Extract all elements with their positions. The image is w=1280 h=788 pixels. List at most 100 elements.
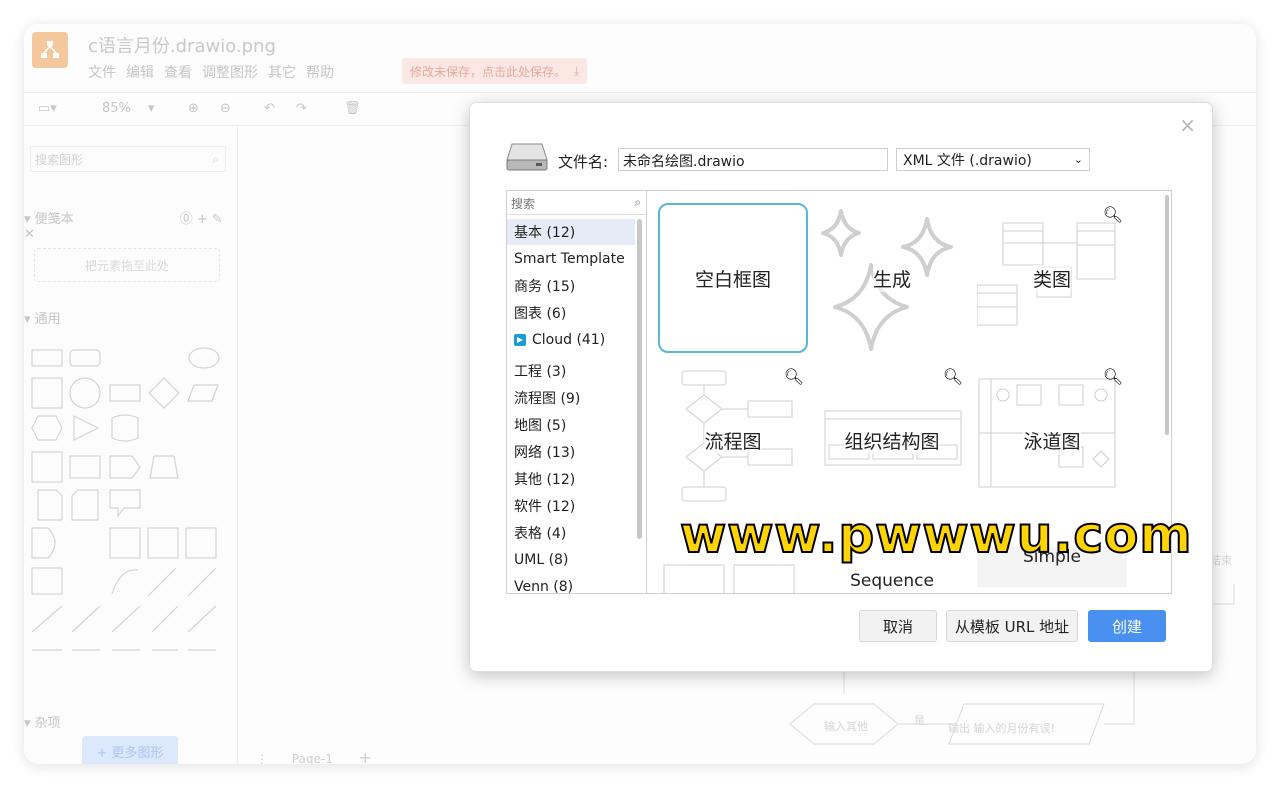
cancel-button[interactable]: 取消 [859,610,937,642]
shape-search-placeholder: 搜索图形 [35,153,84,167]
menu-arrange[interactable]: 调整图形 [202,62,258,82]
category-label: 图表 (6) [514,306,567,322]
filename-input[interactable]: 未命名绘图.drawio [618,148,888,171]
scratchpad-header[interactable]: ▾ 便笺本 ⓪ + ✎ ✕ [24,208,237,242]
template-label: 组织结构图 [844,426,940,454]
page-menu-icon[interactable]: ⋮ [256,752,268,764]
zoom-dropdown-icon[interactable]: ▾ [148,101,155,116]
device-storage-icon [506,143,548,171]
category-item[interactable]: 网络 (13) [507,439,635,465]
category-label: 地图 (5) [514,418,567,434]
scratchpad-title: 便笺本 [34,212,74,227]
template-search-input[interactable]: 搜索 ⌕ [507,191,646,215]
menu-file[interactable]: 文件 [88,62,116,82]
page-tabs: ⋮ Page-1 + [256,748,372,764]
misc-header[interactable]: ▾ 杂项 [24,712,61,731]
unsaved-notice-text: 修改未保存，点击此处保存。 [410,64,567,79]
format-select[interactable]: XML 文件 (.drawio) ⌄ [896,148,1090,171]
category-item[interactable]: 基本 (12) [507,219,635,245]
more-shapes-button[interactable]: + 更多图形 [82,736,178,764]
new-diagram-dialog: × 文件名: 未命名绘图.drawio XML 文件 (.drawio) ⌄ 搜… [470,103,1212,671]
template-label: 泳道图 [1023,426,1081,454]
template-label: 类图 [1032,264,1071,292]
chevron-down-icon: ⌄ [1073,153,1083,166]
category-item[interactable]: 流程图 (9) [507,385,635,411]
category-item[interactable]: 地图 (5) [507,412,635,438]
category-label: 基本 (12) [514,225,576,241]
template-blank[interactable]: 空白框图 [658,203,808,353]
shape-search-input[interactable]: 搜索图形 ⌕ [30,146,226,172]
template-scrollbar[interactable] [1165,195,1169,435]
zoom-preview-icon[interactable]: 🔍︎ [1103,367,1123,386]
watermark-text: www.pwwwu.com [679,505,1193,565]
search-icon: ⌕ [634,195,641,209]
panel-toggle-icon[interactable]: ▭▾ [38,101,57,116]
menu-bar: 文件 编辑 查看 调整图形 其它 帮助 [88,62,334,82]
category-label: 商务 (15) [514,279,576,295]
category-item[interactable]: 商务 (15) [507,273,635,299]
redo-icon[interactable]: ↷ [296,101,307,116]
zoom-preview-icon[interactable]: 🔍︎ [1103,205,1123,224]
close-icon[interactable]: × [1179,113,1196,137]
menu-view[interactable]: 查看 [164,62,192,82]
template-label: Sequence [850,571,934,591]
template-label: 流程图 [704,426,762,454]
canvas-edge-yes[interactable]: 是 [914,712,925,728]
template-thumb [663,564,795,593]
general-title: 通用 [34,312,61,327]
menu-edit[interactable]: 编辑 [126,62,154,82]
canvas-node-end[interactable]: 结束 [1210,552,1232,568]
category-item[interactable]: 软件 (12) [507,493,635,519]
category-label: 表格 (4) [514,526,567,542]
category-item[interactable]: Venn (8) [507,574,635,594]
undo-icon[interactable]: ↶ [264,101,275,116]
canvas-node-other[interactable]: 输入其他 [824,718,868,734]
category-label: 流程图 (9) [514,391,581,407]
template-generate[interactable]: 生成 [817,203,967,353]
scratchpad-drop-zone[interactable]: 把元素拖至此处 [34,248,220,282]
zoom-level[interactable]: 85% [102,101,131,116]
shapes-sidebar: 搜索图形 ⌕ ▾ 便笺本 ⓪ + ✎ ✕ 把元素拖至此处 ▾ 通用 ▾ 杂项 +… [24,126,238,764]
zoom-in-icon[interactable]: ⊕ [188,101,199,116]
general-header[interactable]: ▾ 通用 [24,308,61,327]
template-row3-a[interactable] [658,561,808,593]
category-label: Venn (8) [514,579,574,594]
category-label: UML (8) [514,552,569,568]
search-icon: ⌕ [212,152,219,166]
category-scrollbar[interactable] [637,219,642,539]
category-label: 软件 (12) [514,499,576,515]
format-select-value: XML 文件 (.drawio) [903,152,1032,169]
category-item[interactable]: UML (8) [507,547,635,573]
template-org-chart[interactable]: 组织结构图 🔍︎ [817,365,967,515]
category-item[interactable]: 工程 (3) [507,358,635,384]
category-label: 网络 (13) [514,445,576,461]
delete-icon[interactable]: 🗑 [344,101,361,116]
zoom-out-icon[interactable]: ⊖ [220,101,231,116]
filename-label: 文件名: [558,153,609,171]
category-item[interactable]: 图表 (6) [507,300,635,326]
template-swimlane[interactable]: 泳道图 🔍︎ [977,365,1127,515]
page-tab[interactable]: Page-1 [292,752,333,764]
category-item[interactable]: 表格 (4) [507,520,635,546]
unsaved-notice[interactable]: 修改未保存，点击此处保存。 ⤓ [402,58,588,84]
zoom-preview-icon[interactable]: 🔍︎ [784,367,804,386]
template-label: 空白框图 [694,264,771,292]
cloud-provider-icon [514,334,526,346]
template-url-button[interactable]: 从模板 URL 地址 [946,610,1078,642]
category-item[interactable]: 其他 (12) [507,466,635,492]
general-shapes-grid[interactable] [28,340,228,660]
menu-extras[interactable]: 其它 [268,62,296,82]
canvas-node-error[interactable]: 输出 输入的月份有误! [948,720,1055,736]
zoom-preview-icon[interactable]: 🔍︎ [943,367,963,386]
category-item[interactable]: Smart Template [507,246,635,272]
create-button[interactable]: 创建 [1088,610,1166,642]
template-flowchart[interactable]: 流程图 🔍︎ [658,365,808,515]
template-class-diagram[interactable]: 类图 🔍︎ [977,203,1127,353]
misc-title: 杂项 [34,716,61,731]
document-title[interactable]: c语言月份.drawio.png [88,32,276,58]
add-page-icon[interactable]: + [359,748,372,764]
category-item[interactable]: Cloud (41) [507,327,635,353]
drawio-logo-icon [32,32,68,68]
menu-help[interactable]: 帮助 [306,62,334,82]
category-label: 其他 (12) [514,472,576,488]
